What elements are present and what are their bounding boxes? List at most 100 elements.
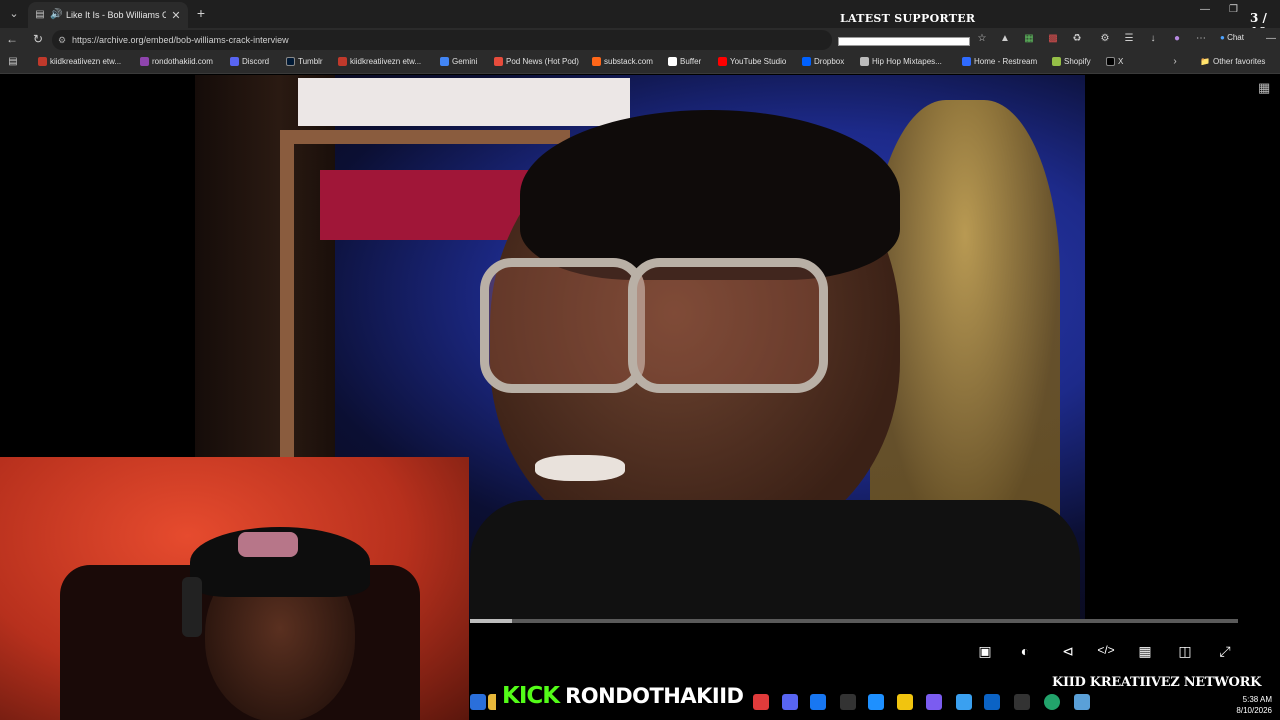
bookmark-item[interactable]: Hip Hop Mixtapes... [860, 57, 942, 66]
new-tab-plus-icon[interactable]: + [192, 4, 210, 22]
dropbox-icon [802, 57, 811, 66]
bookmarks-bar: ▤ kiidkreatiivezn etw... rondothakiid.co… [0, 52, 1280, 74]
bookmark-item[interactable]: rondothakiid.com [140, 57, 213, 66]
bookmark-item[interactable]: Home - Restream [962, 57, 1037, 66]
media-player-icon[interactable] [868, 694, 884, 710]
bookmark-item[interactable]: kiidkreatiivezn etw... [338, 57, 421, 66]
reading-view-icon[interactable]: ▤ [6, 56, 20, 67]
bookmark-favicon-icon [338, 57, 347, 66]
bookmark-item[interactable]: Dropbox [802, 57, 844, 66]
video-subject-hair [520, 110, 900, 280]
favorite-star-icon[interactable]: ☆ [975, 33, 989, 44]
edge-browser-icon[interactable] [1044, 694, 1060, 710]
bookmark-item[interactable]: YouTube Studio [718, 57, 786, 66]
audio-description-icon[interactable]: ◐ [1015, 643, 1035, 659]
picture-in-picture-icon[interactable]: ◫ [1175, 643, 1195, 660]
taskbar-app-icon[interactable] [897, 694, 913, 710]
notepad-icon[interactable] [956, 694, 972, 710]
shopify-icon [1052, 57, 1061, 66]
restream-icon [962, 57, 971, 66]
reload-icon[interactable]: ↻ [30, 32, 46, 46]
copilot-icon: ● [1220, 33, 1225, 42]
bookmark-item[interactable]: X [1106, 57, 1123, 66]
favorites-list-icon[interactable]: ☰ [1122, 33, 1136, 44]
taskbar-app-icon[interactable] [984, 694, 1000, 710]
bookmark-item[interactable]: Discord [230, 57, 269, 66]
profile-avatar-icon[interactable]: ● [1170, 33, 1184, 44]
bookmark-item[interactable]: Tumblr [286, 57, 323, 66]
bookmark-item[interactable]: Gemini [440, 57, 477, 66]
bookmark-item[interactable]: Shopify [1052, 57, 1091, 66]
tab-list-chevron-icon[interactable]: ⌄ [4, 4, 24, 24]
bookmarks-overflow-chevron-icon[interactable]: › [1168, 56, 1182, 67]
messenger-icon[interactable] [810, 694, 826, 710]
webcam-cap-artwork [238, 532, 298, 557]
webcam-headphone [182, 577, 202, 637]
active-tab[interactable]: ▤ 🔊 Like It Is - Bob Williams Crack ✕ [28, 2, 188, 28]
vpn-icon[interactable] [926, 694, 942, 710]
4k-app-icon[interactable] [840, 694, 856, 710]
page-icon: ▤ [35, 9, 45, 20]
buffer-icon [668, 57, 677, 66]
tumblr-icon [286, 57, 295, 66]
copilot-chat-button[interactable]: ● Chat [1220, 33, 1244, 42]
embed-code-icon[interactable]: </> [1096, 643, 1116, 657]
supporter-progress-bar [838, 37, 970, 46]
audio-playing-icon[interactable]: 🔊 [50, 9, 62, 21]
bookmark-favicon-icon [494, 57, 503, 66]
taskbar-app-icon[interactable] [1014, 694, 1030, 710]
bookmark-item[interactable]: Pod News (Hot Pod) [494, 57, 579, 66]
taskbar-app-icon[interactable] [753, 694, 769, 710]
minimize-icon[interactable]: — [1200, 4, 1210, 15]
kick-logo: KICK [502, 683, 560, 709]
webcam-overlay [0, 457, 469, 720]
download-icon[interactable]: ↓ [1146, 33, 1160, 44]
taskbar-app-icon[interactable] [1074, 694, 1090, 710]
network-watermark: KIID KREATIIVEZ NETWORK [1052, 675, 1262, 690]
url-text: https://archive.org/embed/bob-williams-c… [72, 35, 289, 45]
share-icon[interactable]: ⊲ [1058, 643, 1078, 660]
bookmark-item[interactable]: kiidkreatiivezn etw... [38, 57, 121, 66]
system-clock[interactable]: 5:38 AM 8/10/2026 [1228, 694, 1272, 716]
latest-supporter-label: LATEST SUPPORTER [840, 12, 976, 25]
internet-archive-icon[interactable]: ▦ [1258, 80, 1270, 96]
video-subject-glasses-right [628, 258, 828, 393]
extension-icon[interactable]: ▲ [998, 33, 1012, 44]
extension-icon[interactable]: ▦ [1022, 33, 1036, 44]
video-subject-body [470, 500, 1080, 620]
x-icon [1106, 57, 1115, 66]
taskbar-app-icon[interactable] [470, 694, 486, 710]
back-arrow-icon[interactable]: ← [4, 32, 20, 46]
kick-channel-banner: KICK RONDOTHAKIID [496, 678, 748, 714]
bookmark-item[interactable]: substack.com [592, 57, 653, 66]
substack-icon [592, 57, 601, 66]
extension-icon[interactable]: ▩ [1046, 33, 1060, 44]
url-field[interactable]: ⚙ https://archive.org/embed/bob-williams… [52, 30, 832, 50]
clock-date: 8/10/2026 [1236, 706, 1272, 715]
close-window-icon[interactable]: — [1264, 33, 1278, 44]
bookmark-favicon-icon [140, 57, 149, 66]
folder-icon: 📁 [1200, 57, 1210, 66]
chat-label: Chat [1227, 33, 1244, 42]
other-favorites-folder[interactable]: 📁 Other favorites [1200, 57, 1265, 66]
bookmark-item[interactable]: Buffer [668, 57, 701, 66]
youtube-icon [718, 57, 727, 66]
archive-icon[interactable]: ▦ [1135, 643, 1155, 660]
video-subject-mouth [535, 455, 625, 481]
close-tab-icon[interactable]: ✕ [170, 9, 182, 22]
restore-icon[interactable]: ❐ [1229, 4, 1238, 15]
settings-gear-icon[interactable]: ⚙ [1098, 33, 1112, 44]
video-progress-fill [470, 619, 513, 623]
more-menu-icon[interactable]: ⋯ [1194, 33, 1208, 44]
video-background-window [298, 78, 630, 126]
address-bar-row: ← ↻ ⚙ https://archive.org/embed/bob-will… [0, 28, 1280, 52]
kick-channel-name: RONDOTHAKIID [565, 684, 744, 708]
browser-tab-bar: ⌄ ▤ 🔊 Like It Is - Bob Williams Crack ✕ … [0, 0, 1280, 39]
video-progress-bar[interactable] [470, 619, 1238, 623]
discord-taskbar-icon[interactable] [782, 694, 798, 710]
fullscreen-icon[interactable]: ⤢ [1215, 643, 1235, 660]
site-info-icon[interactable]: ⚙ [58, 30, 66, 50]
discord-icon [230, 57, 239, 66]
cast-screen-icon[interactable]: ▣ [975, 643, 995, 660]
extension-icon[interactable]: ♻ [1070, 33, 1084, 44]
